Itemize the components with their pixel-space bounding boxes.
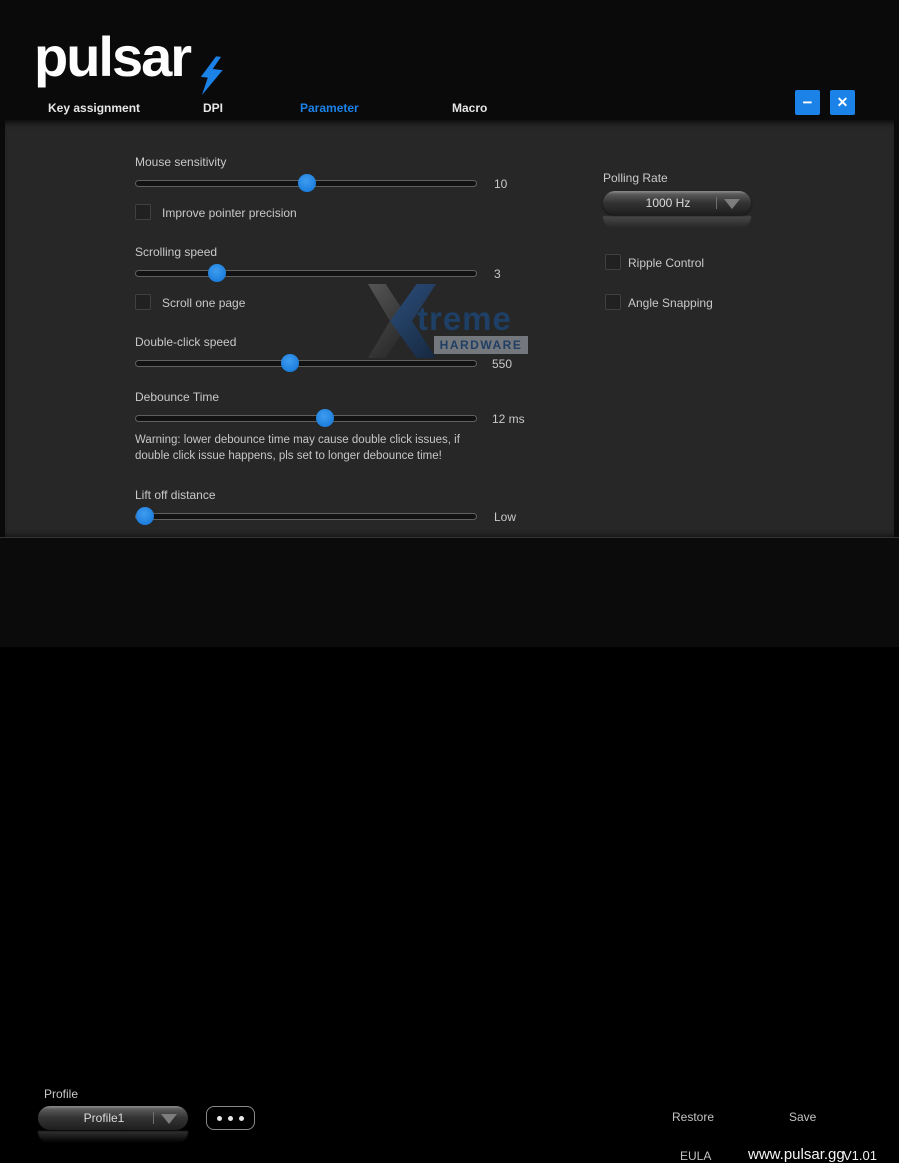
footer-bar: Profile Profile1 Restore Save EULA www.p… [0, 537, 899, 1163]
slider-thumb[interactable] [280, 354, 299, 372]
slider-thumb[interactable] [298, 174, 317, 192]
close-icon: ✕ [836, 94, 849, 110]
logo-text: pulsar [34, 25, 192, 88]
restore-button[interactable]: Restore [672, 1110, 714, 1124]
mouse-sensitivity-label: Mouse sensitivity [135, 155, 227, 169]
debounce-time-value: 12 ms [492, 412, 525, 426]
minimize-icon: − [802, 92, 813, 112]
title-bar: pulsar Key assignment DPI Parameter Macr… [0, 0, 899, 120]
minimize-button[interactable]: − [795, 90, 820, 115]
tab-dpi[interactable]: DPI [203, 101, 223, 115]
save-button[interactable]: Save [789, 1110, 816, 1124]
slider-track[interactable] [135, 270, 477, 277]
website-link[interactable]: www.pulsar.gg [748, 1146, 845, 1163]
slider-track[interactable] [135, 360, 477, 367]
scrolling-speed-label: Scrolling speed [135, 245, 218, 259]
angle-snapping-label: Angle Snapping [628, 296, 713, 310]
ellipsis-icon [217, 1115, 222, 1121]
pulsar-app-window: pulsar Key assignment DPI Parameter Macr… [0, 0, 899, 1163]
dropdown-separator [153, 1112, 154, 1124]
lift-off-distance-label: Lift off distance [135, 488, 216, 502]
profile-value: Profile1 [83, 1111, 125, 1125]
tab-parameter[interactable]: Parameter [300, 101, 359, 115]
ellipsis-icon [239, 1115, 244, 1121]
double-click-speed-label: Double-click speed [135, 335, 237, 349]
version-text: V1.01 [843, 1148, 877, 1163]
eula-link[interactable]: EULA [680, 1149, 711, 1163]
slider-track[interactable] [135, 513, 477, 520]
ripple-control-label: Ripple Control [628, 256, 705, 270]
scrolling-speed-value: 3 [494, 267, 501, 281]
improve-pointer-precision-label: Improve pointer precision [162, 206, 297, 220]
tab-key-assignment[interactable]: Key assignment [48, 101, 140, 115]
close-button[interactable]: ✕ [830, 90, 855, 115]
chevron-down-icon [724, 199, 740, 209]
polling-rate-value: 1000 Hz [645, 196, 691, 210]
scroll-one-page-label: Scroll one page [162, 296, 246, 310]
tab-macro[interactable]: Macro [452, 101, 487, 115]
lift-off-distance-slider[interactable] [135, 507, 477, 525]
slider-thumb[interactable] [135, 507, 154, 525]
double-click-speed-slider[interactable] [135, 354, 477, 372]
dropdown-separator [716, 197, 717, 209]
scrolling-speed-slider[interactable] [135, 264, 477, 282]
polling-rate-dropdown[interactable]: 1000 Hz [603, 191, 751, 215]
profile-label: Profile [44, 1087, 79, 1101]
lightning-bolt-icon [200, 56, 223, 96]
ellipsis-icon [228, 1115, 233, 1121]
chevron-down-icon [161, 1114, 177, 1124]
slider-thumb[interactable] [208, 264, 227, 282]
scroll-one-page-checkbox[interactable] [135, 294, 151, 310]
pulsar-logo: pulsar [34, 25, 223, 96]
dropdown-reflection [38, 1131, 188, 1143]
lift-off-distance-value: Low [494, 510, 517, 524]
slider-track[interactable] [135, 415, 477, 422]
profile-more-button[interactable] [206, 1106, 255, 1130]
slider-thumb[interactable] [316, 409, 335, 427]
mouse-sensitivity-value: 10 [494, 177, 508, 191]
mouse-sensitivity-slider[interactable] [135, 174, 477, 192]
debounce-time-slider[interactable] [135, 409, 477, 427]
ripple-control-checkbox[interactable] [605, 254, 621, 270]
debounce-warning-text: Warning: lower debounce time may cause d… [135, 434, 460, 463]
polling-rate-label: Polling Rate [603, 171, 668, 185]
debounce-time-label: Debounce Time [135, 390, 220, 404]
profile-dropdown[interactable]: Profile1 [38, 1106, 188, 1130]
double-click-speed-value: 550 [492, 357, 513, 371]
angle-snapping-checkbox[interactable] [605, 294, 621, 310]
improve-pointer-precision-checkbox[interactable] [135, 204, 151, 220]
